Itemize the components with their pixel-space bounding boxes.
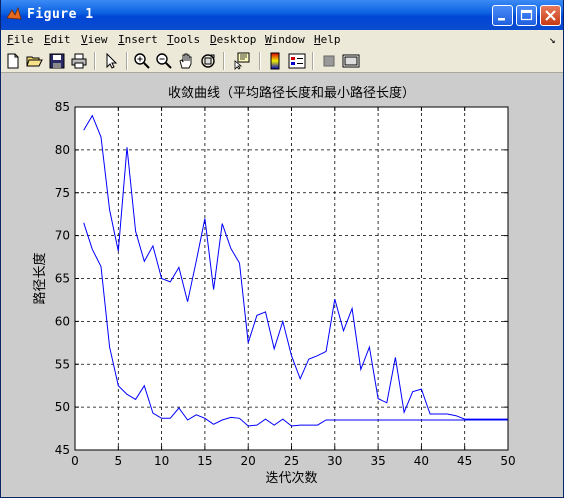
menu-label-rest: indow xyxy=(271,33,305,46)
data-cursor-icon[interactable] xyxy=(233,52,251,70)
toolbar-separator xyxy=(223,52,225,70)
menu-desktop[interactable]: Desktop xyxy=(210,33,256,46)
x-tick-label: 30 xyxy=(327,454,342,468)
convergence-chart: 0 5 10 15 20 25 30 35 40 45 50 45 50 55 60 65 70 75 80 85 收敛… xyxy=(32,85,516,486)
menu-mnemonic: W xyxy=(265,33,272,46)
print-icon[interactable] xyxy=(70,52,88,70)
y-tick-label: 75 xyxy=(55,186,70,200)
x-tick-label: 50 xyxy=(500,454,515,468)
x-axis-label: 迭代次数 xyxy=(265,470,317,486)
menu-window[interactable]: Window xyxy=(265,33,305,46)
close-button[interactable] xyxy=(540,5,561,26)
toolbar-separator xyxy=(259,52,261,70)
toolbar-separator xyxy=(94,52,96,70)
menu-label-rest: nsert xyxy=(124,33,158,46)
chart-title: 收敛曲线（平均路径长度和最小路径长度） xyxy=(168,85,415,101)
minimize-icon xyxy=(498,18,505,21)
menu-dock-icon[interactable]: ↘ xyxy=(549,33,556,46)
colorbar-icon[interactable] xyxy=(266,52,284,70)
menu-edit[interactable]: Edit xyxy=(44,33,71,46)
y-tick-label: 85 xyxy=(55,100,70,114)
menu-label-rest: iew xyxy=(87,33,108,46)
hide-plot-tools-icon[interactable] xyxy=(320,52,338,70)
y-axis-label: 路径长度 xyxy=(32,252,48,304)
menu-label-rest: dit xyxy=(50,33,71,46)
menu-label-rest: ools xyxy=(173,33,201,46)
menu-insert[interactable]: Insert xyxy=(118,33,158,46)
menu-label-rest: ile xyxy=(13,33,34,46)
menu-label-rest: elp xyxy=(320,33,341,46)
legend-icon[interactable] xyxy=(288,52,306,70)
x-tick-label: 0 xyxy=(71,454,79,468)
open-folder-icon[interactable] xyxy=(26,52,44,70)
menu-label-rest: esktop xyxy=(216,33,257,46)
pan-hand-icon[interactable] xyxy=(177,52,195,70)
maximize-button[interactable] xyxy=(516,5,537,26)
menu-view[interactable]: View xyxy=(81,33,108,46)
title-bar[interactable]: Figure 1 xyxy=(1,0,563,30)
menu-mnemonic: H xyxy=(314,33,321,46)
maximize-icon xyxy=(520,9,533,21)
x-tick-label: 15 xyxy=(197,454,212,468)
x-tick-label: 40 xyxy=(414,454,429,468)
menu-tools[interactable]: Tools xyxy=(167,33,200,46)
menu-mnemonic: T xyxy=(167,33,174,46)
x-tick-label: 5 xyxy=(114,454,122,468)
menu-mnemonic: D xyxy=(210,33,217,46)
y-tick-label: 55 xyxy=(55,357,70,371)
close-icon xyxy=(545,10,556,21)
y-tick-label: 65 xyxy=(55,272,70,286)
matlab-icon xyxy=(6,6,22,20)
x-tick-label: 35 xyxy=(370,454,385,468)
menu-mnemonic: E xyxy=(44,33,51,46)
y-tick-label: 45 xyxy=(55,443,70,457)
menu-mnemonic: V xyxy=(81,33,88,46)
toolbar-separator xyxy=(126,52,128,70)
minimize-button[interactable] xyxy=(492,5,513,26)
pointer-arrow-icon[interactable] xyxy=(102,52,120,70)
menu-file[interactable]: File xyxy=(7,33,34,46)
x-tick-label: 10 xyxy=(154,454,169,468)
menu-mnemonic: F xyxy=(7,33,14,46)
y-tick-label: 70 xyxy=(55,229,70,243)
toolbar-separator xyxy=(312,52,314,70)
y-tick-label: 80 xyxy=(55,143,70,157)
x-tick-label: 20 xyxy=(241,454,256,468)
menu-bar: ↘ File Edit View Insert Tools Desktop Window He… xyxy=(1,30,563,50)
show-plot-tools-icon[interactable] xyxy=(342,52,360,70)
figure-toolbar xyxy=(1,50,563,73)
y-tick-label: 60 xyxy=(55,314,70,328)
save-icon[interactable] xyxy=(48,52,66,70)
new-file-icon[interactable] xyxy=(4,52,22,70)
zoom-in-icon[interactable] xyxy=(133,52,151,70)
rotate-3d-icon[interactable] xyxy=(199,52,217,70)
y-tick-label: 50 xyxy=(55,400,70,414)
x-tick-label: 25 xyxy=(284,454,299,468)
menu-mnemonic: I xyxy=(118,33,125,46)
menu-help[interactable]: Help xyxy=(314,33,341,46)
zoom-out-icon[interactable] xyxy=(155,52,173,70)
x-tick-label: 45 xyxy=(457,454,472,468)
window-title: Figure 1 xyxy=(27,7,94,22)
